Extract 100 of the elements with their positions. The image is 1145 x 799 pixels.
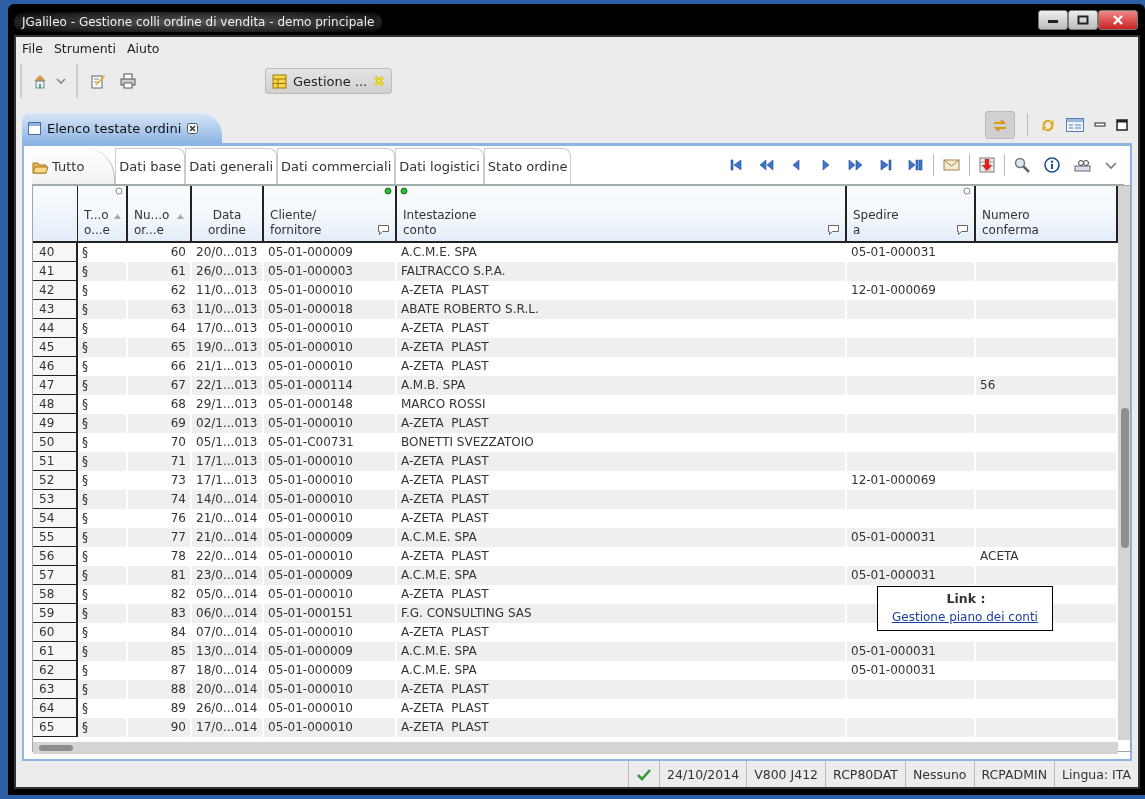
view-tab[interactable]: Elenco testate ordini	[22, 113, 223, 143]
home-icon[interactable]	[32, 73, 48, 89]
tab[interactable]: Stato ordine	[483, 148, 572, 184]
search-icon[interactable]	[1014, 157, 1030, 173]
table-cell: 21/0...014	[196, 530, 258, 544]
table-cell: 05-01-000148	[268, 397, 353, 411]
tab[interactable]: Dati base	[115, 148, 186, 184]
column-header[interactable]: Spedire a	[847, 186, 976, 241]
menu-item[interactable]: Strumenti	[49, 40, 123, 56]
sort-arrow-icon	[113, 213, 122, 220]
row-number: 56	[33, 547, 78, 566]
column-header[interactable]: Nu...o or...e	[128, 186, 192, 241]
table-cell: 05-01-000010	[268, 416, 353, 430]
table-cell: 17/0...014	[196, 720, 258, 734]
table-cell: A-ZETA PLAST	[401, 340, 489, 354]
table-cell: 05-01-000010	[268, 549, 353, 563]
table-cell: 21/0...014	[196, 511, 258, 525]
table-cell: 05/1...013	[196, 435, 258, 449]
table-cell: §	[82, 378, 88, 392]
row-number: 41	[33, 262, 78, 281]
table-cell: A-ZETA PLAST	[401, 359, 489, 373]
scrollbar-thumb[interactable]	[39, 745, 73, 751]
end-icon[interactable]	[908, 157, 924, 173]
close-icon	[1112, 14, 1124, 25]
menu-item[interactable]: File	[18, 40, 50, 56]
row-number: 61	[33, 642, 78, 661]
table-cell: A-ZETA PLAST	[401, 682, 489, 696]
form-icon[interactable]	[1066, 117, 1084, 133]
rewind-icon[interactable]	[758, 157, 774, 173]
table-cell: 05-01-000010	[268, 682, 353, 696]
table-cell: §	[82, 568, 88, 582]
column-header[interactable]: Cliente/ fornitore	[264, 186, 397, 241]
table-cell: 05-01-000009	[268, 663, 353, 677]
table-cell: 06/0...014	[196, 606, 258, 620]
link-toggle-button[interactable]	[985, 111, 1015, 139]
fast-forward-icon[interactable]	[848, 157, 864, 173]
info-icon[interactable]	[1044, 157, 1060, 173]
last-page-icon[interactable]	[878, 157, 894, 173]
editor-tab[interactable]: Gestione ...	[265, 68, 393, 94]
tab[interactable]: Dati commerciali	[277, 148, 396, 184]
printer-icon[interactable]	[120, 73, 136, 89]
table-cell: 22/1...013	[196, 378, 258, 392]
envelope-icon[interactable]	[943, 157, 960, 173]
table-cell: MARCO ROSSI	[401, 397, 486, 411]
row-number: 49	[33, 414, 78, 433]
table-cell: 05-01-000009	[268, 644, 353, 658]
chevron-icon[interactable]	[1105, 160, 1117, 170]
close-button[interactable]	[1098, 9, 1138, 30]
table-cell: §	[82, 473, 88, 487]
menu-item[interactable]: Aiuto	[123, 40, 167, 56]
table-cell: A.C.M.E. SPA	[401, 644, 477, 658]
tab[interactable]: Dati generali	[185, 148, 277, 184]
caret-icon[interactable]	[56, 77, 66, 85]
table-cell: A-ZETA PLAST	[401, 473, 489, 487]
table-cell: 11/0...013	[196, 283, 258, 297]
table-cell: 05-01-000010	[268, 454, 353, 468]
tab[interactable]: Tutto	[32, 148, 116, 184]
column-header[interactable]: Data ordine	[192, 186, 264, 241]
maximize-button[interactable]	[1068, 9, 1098, 30]
column-header[interactable]: T...o o...e	[78, 186, 128, 241]
table-cell: 05-01-000010	[268, 359, 353, 373]
table-cell: 05-01-C00731	[268, 435, 354, 449]
table-cell: 19/0...013	[196, 340, 258, 354]
table-cell: §	[82, 283, 88, 297]
table-cell: §	[82, 606, 88, 620]
close-icon[interactable]	[187, 122, 199, 134]
table-cell: 13/0...014	[196, 644, 258, 658]
table-cell: 05-01-000010	[268, 321, 353, 335]
status-item: RCP80DAT	[825, 761, 905, 787]
table-cell: A.C.M.E. SPA	[401, 663, 477, 677]
minimize-button[interactable]	[1038, 9, 1068, 30]
table-cell: 81	[170, 568, 186, 582]
tooltip-link[interactable]: Gestione piano dei conti	[892, 610, 1038, 624]
vertical-scrollbar[interactable]	[1118, 186, 1130, 740]
first-page-icon[interactable]	[728, 157, 744, 173]
table-cell: 66	[170, 359, 186, 373]
status-item: V800 J412	[746, 761, 826, 787]
table-cell: §	[82, 549, 88, 563]
column-header[interactable]: Intestazione conto	[397, 186, 847, 241]
table-cell: A-ZETA PLAST	[401, 701, 489, 715]
table-cell: 05/0...014	[196, 587, 258, 601]
table-cell: §	[82, 682, 88, 696]
row-number: 59	[33, 604, 78, 623]
table-cell: §	[82, 454, 88, 468]
minimize-icon[interactable]	[1094, 120, 1106, 130]
table-cell: §	[82, 245, 88, 259]
table-cell: 02/1...013	[196, 416, 258, 430]
table-cell: 05-01-000031	[851, 663, 936, 677]
horizontal-scrollbar[interactable]	[33, 742, 1118, 754]
download-icon[interactable]	[979, 157, 995, 173]
table-cell: 87	[170, 663, 186, 677]
scrollbar-thumb[interactable]	[1121, 408, 1129, 548]
table-cell: 83	[170, 606, 186, 620]
table-cell: §	[82, 587, 88, 601]
maximize-icon[interactable]	[1116, 119, 1128, 131]
table-cell: 65	[170, 340, 186, 354]
glasses-icon[interactable]	[1074, 157, 1091, 173]
tab[interactable]: Dati logistici	[395, 148, 484, 184]
table-cell: 05-01-000010	[268, 283, 353, 297]
table-cell: 76	[170, 511, 186, 525]
